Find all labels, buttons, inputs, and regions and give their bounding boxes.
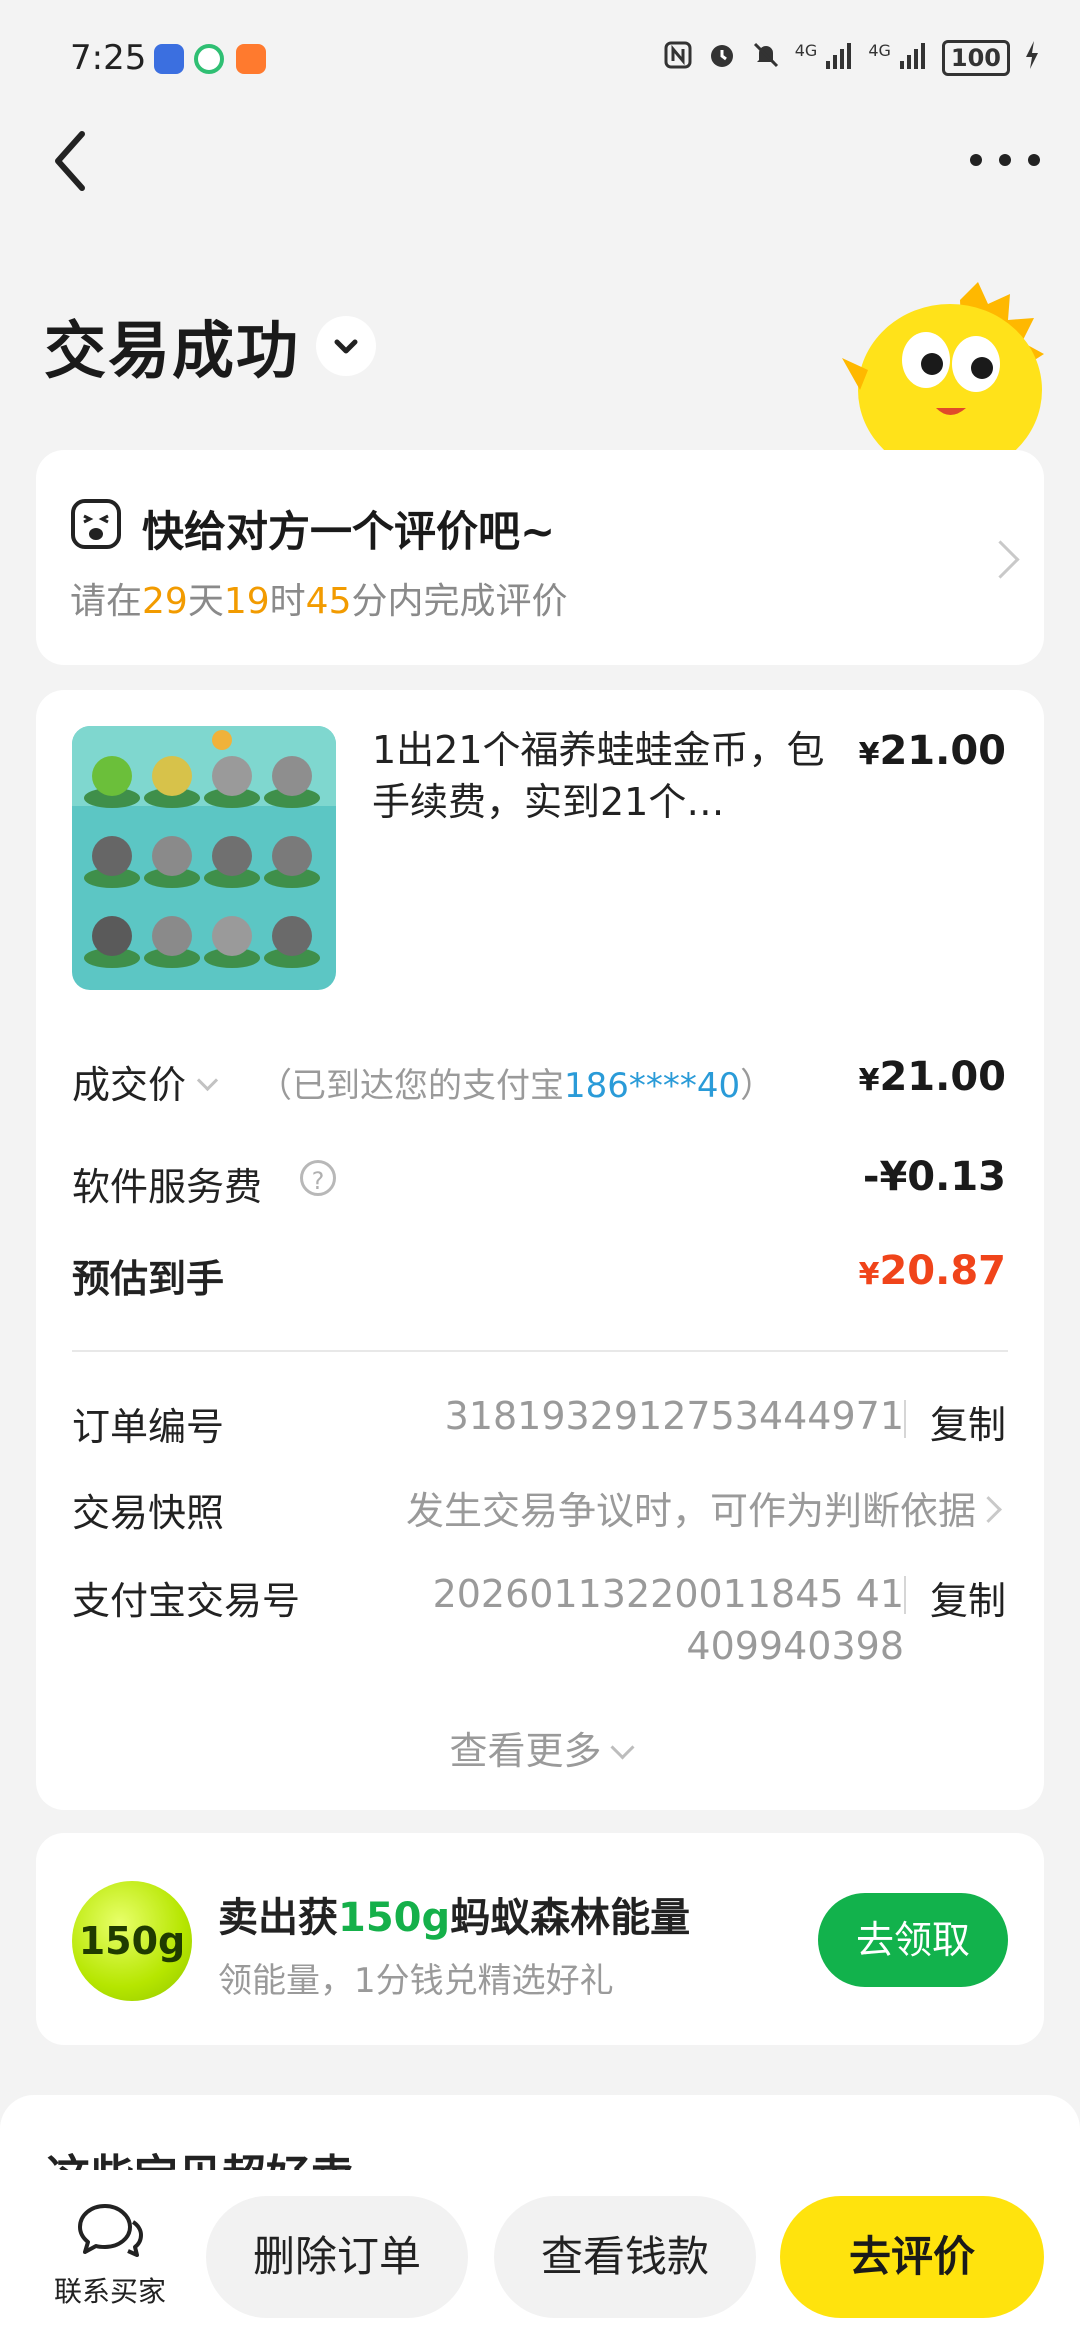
more-dots-icon: [970, 154, 982, 166]
order-number-label: 订单编号: [72, 1405, 225, 1449]
chevron-right-icon: [981, 540, 1020, 579]
currency-symbol: ¥: [858, 1063, 880, 1098]
separator: [904, 1576, 906, 1614]
alipay-account: 186****40: [564, 1066, 741, 1106]
trade-number-line: 20260113220011845 41: [432, 1572, 904, 1616]
deal-price-label: 成交价: [72, 1063, 187, 1107]
copy-order-number-button[interactable]: 复制: [930, 1394, 1006, 1449]
see-more-button[interactable]: 查看更多: [36, 1720, 1044, 1775]
status-icons: 4G 4G 100: [663, 40, 1040, 76]
service-fee-label: 软件服务费: [72, 1165, 263, 1209]
more-options-button[interactable]: [970, 140, 1040, 180]
deadline-hours: 19: [223, 581, 270, 622]
copy-trade-number-button[interactable]: 复制: [930, 1570, 1006, 1625]
note-text: ）: [740, 1066, 775, 1106]
deadline-days: 29: [142, 581, 188, 622]
chevron-down-icon: [196, 1069, 219, 1092]
energy-amount: 150g: [338, 1895, 451, 1941]
page-title: 交易成功: [44, 314, 301, 387]
mute-bell-icon: [751, 40, 781, 76]
estimated-amount: 20.87: [879, 1248, 1006, 1294]
app-notification-icon: [236, 44, 266, 74]
signal-icon: 4G: [868, 41, 928, 75]
see-more-label: 查看更多: [449, 1729, 602, 1773]
product-price-value: 21.00: [879, 728, 1006, 774]
view-money-button[interactable]: 查看钱款: [494, 2196, 756, 2318]
contact-buyer-button[interactable]: 联系买家: [30, 2200, 190, 2310]
service-fee-value: -¥0.13: [862, 1154, 1006, 1200]
product-title[interactable]: 1出21个福养蛙蛙金币，包手续费，实到21个…: [372, 724, 832, 828]
separator: [904, 1400, 906, 1438]
help-question-icon[interactable]: ?: [300, 1160, 336, 1196]
deal-price-value: ¥21.00: [859, 1054, 1006, 1100]
claim-energy-button[interactable]: 去领取: [818, 1893, 1008, 1987]
energy-subtitle: 领能量，1分钱兑精选好礼: [218, 1961, 614, 2001]
note-text: （已到达您的支付宝: [258, 1066, 564, 1106]
product-price: ¥21.00: [859, 728, 1006, 774]
app-notification-icon: [154, 44, 184, 74]
deadline-text: 请在: [70, 581, 143, 622]
trade-number-line: 409940398: [686, 1624, 904, 1668]
status-bar: 7:25 4G 4G 100: [0, 0, 1080, 120]
ant-forest-energy-card: 150g 卖出获150g蚂蚁森林能量 领能量，1分钱兑精选好礼 去领取: [36, 1833, 1044, 2045]
deadline-text: 时: [269, 581, 306, 622]
energy-badge-icon: 150g: [72, 1881, 192, 2001]
chat-bubble-icon: [78, 2204, 143, 2257]
signal-icon: 4G: [795, 41, 855, 75]
estimated-label: 预估到手: [72, 1257, 225, 1301]
alipay-destination-note: （已到达您的支付宝186****40）: [258, 1058, 774, 1107]
alarm-icon: [707, 40, 737, 76]
delete-order-button[interactable]: 删除订单: [206, 2196, 468, 2318]
deadline-text: 天: [187, 581, 224, 622]
charging-icon: [1024, 40, 1040, 76]
alipay-trade-number: 20260113220011845 41 409940398: [433, 1568, 904, 1672]
contact-buyer-label: 联系买家: [53, 2275, 166, 2308]
chevron-left-icon: [55, 131, 85, 191]
order-number: 3181932912753444971: [444, 1394, 904, 1438]
snapshot-link[interactable]: 发生交易争议时，可作为判断依据: [406, 1480, 976, 1535]
status-dropdown-button[interactable]: [316, 316, 376, 376]
order-details-card: 1出21个福养蛙蛙金币，包手续费，实到21个… ¥21.00 成交价 （已到达您…: [36, 690, 1044, 1810]
deal-price-amount: 21.00: [879, 1054, 1006, 1100]
review-prompt-card[interactable]: 快给对方一个评价吧~ 请在29天19时45分内完成评价: [36, 450, 1044, 665]
battery-icon: 100: [941, 40, 1010, 76]
deadline-minutes: 45: [305, 581, 352, 622]
nfc-icon: [663, 40, 693, 76]
review-deadline: 请在29天19时45分内完成评价: [70, 572, 568, 624]
currency-symbol: ¥: [858, 737, 880, 772]
energy-title-text: 卖出获: [218, 1895, 338, 1941]
chevron-down-icon: [609, 1735, 635, 1760]
energy-title: 卖出获150g蚂蚁森林能量: [218, 1885, 690, 1943]
status-time: 7:25: [70, 38, 147, 78]
fish-mascot-icon: [840, 280, 1070, 476]
review-title: 快给对方一个评价吧~: [142, 507, 556, 556]
product-thumbnail[interactable]: [72, 726, 336, 990]
currency-symbol: ¥: [858, 1257, 880, 1292]
chevron-right-icon: [975, 1496, 1002, 1523]
more-dots-icon: [1028, 154, 1040, 166]
snapshot-label: 交易快照: [72, 1491, 225, 1535]
smiley-face-icon: [70, 498, 122, 550]
deadline-text: 分内完成评价: [351, 581, 568, 622]
energy-title-text: 蚂蚁森林能量: [450, 1895, 691, 1941]
chevron-down-icon: [334, 339, 358, 354]
back-button[interactable]: [44, 126, 104, 196]
estimated-value: ¥20.87: [859, 1248, 1006, 1294]
divider: [72, 1350, 1008, 1352]
alipay-trade-number-label: 支付宝交易号: [72, 1579, 301, 1623]
deal-price-toggle[interactable]: 成交价: [72, 1054, 219, 1109]
app-notification-icon: [194, 44, 224, 74]
write-review-button[interactable]: 去评价: [780, 2196, 1044, 2318]
more-dots-icon: [999, 154, 1011, 166]
